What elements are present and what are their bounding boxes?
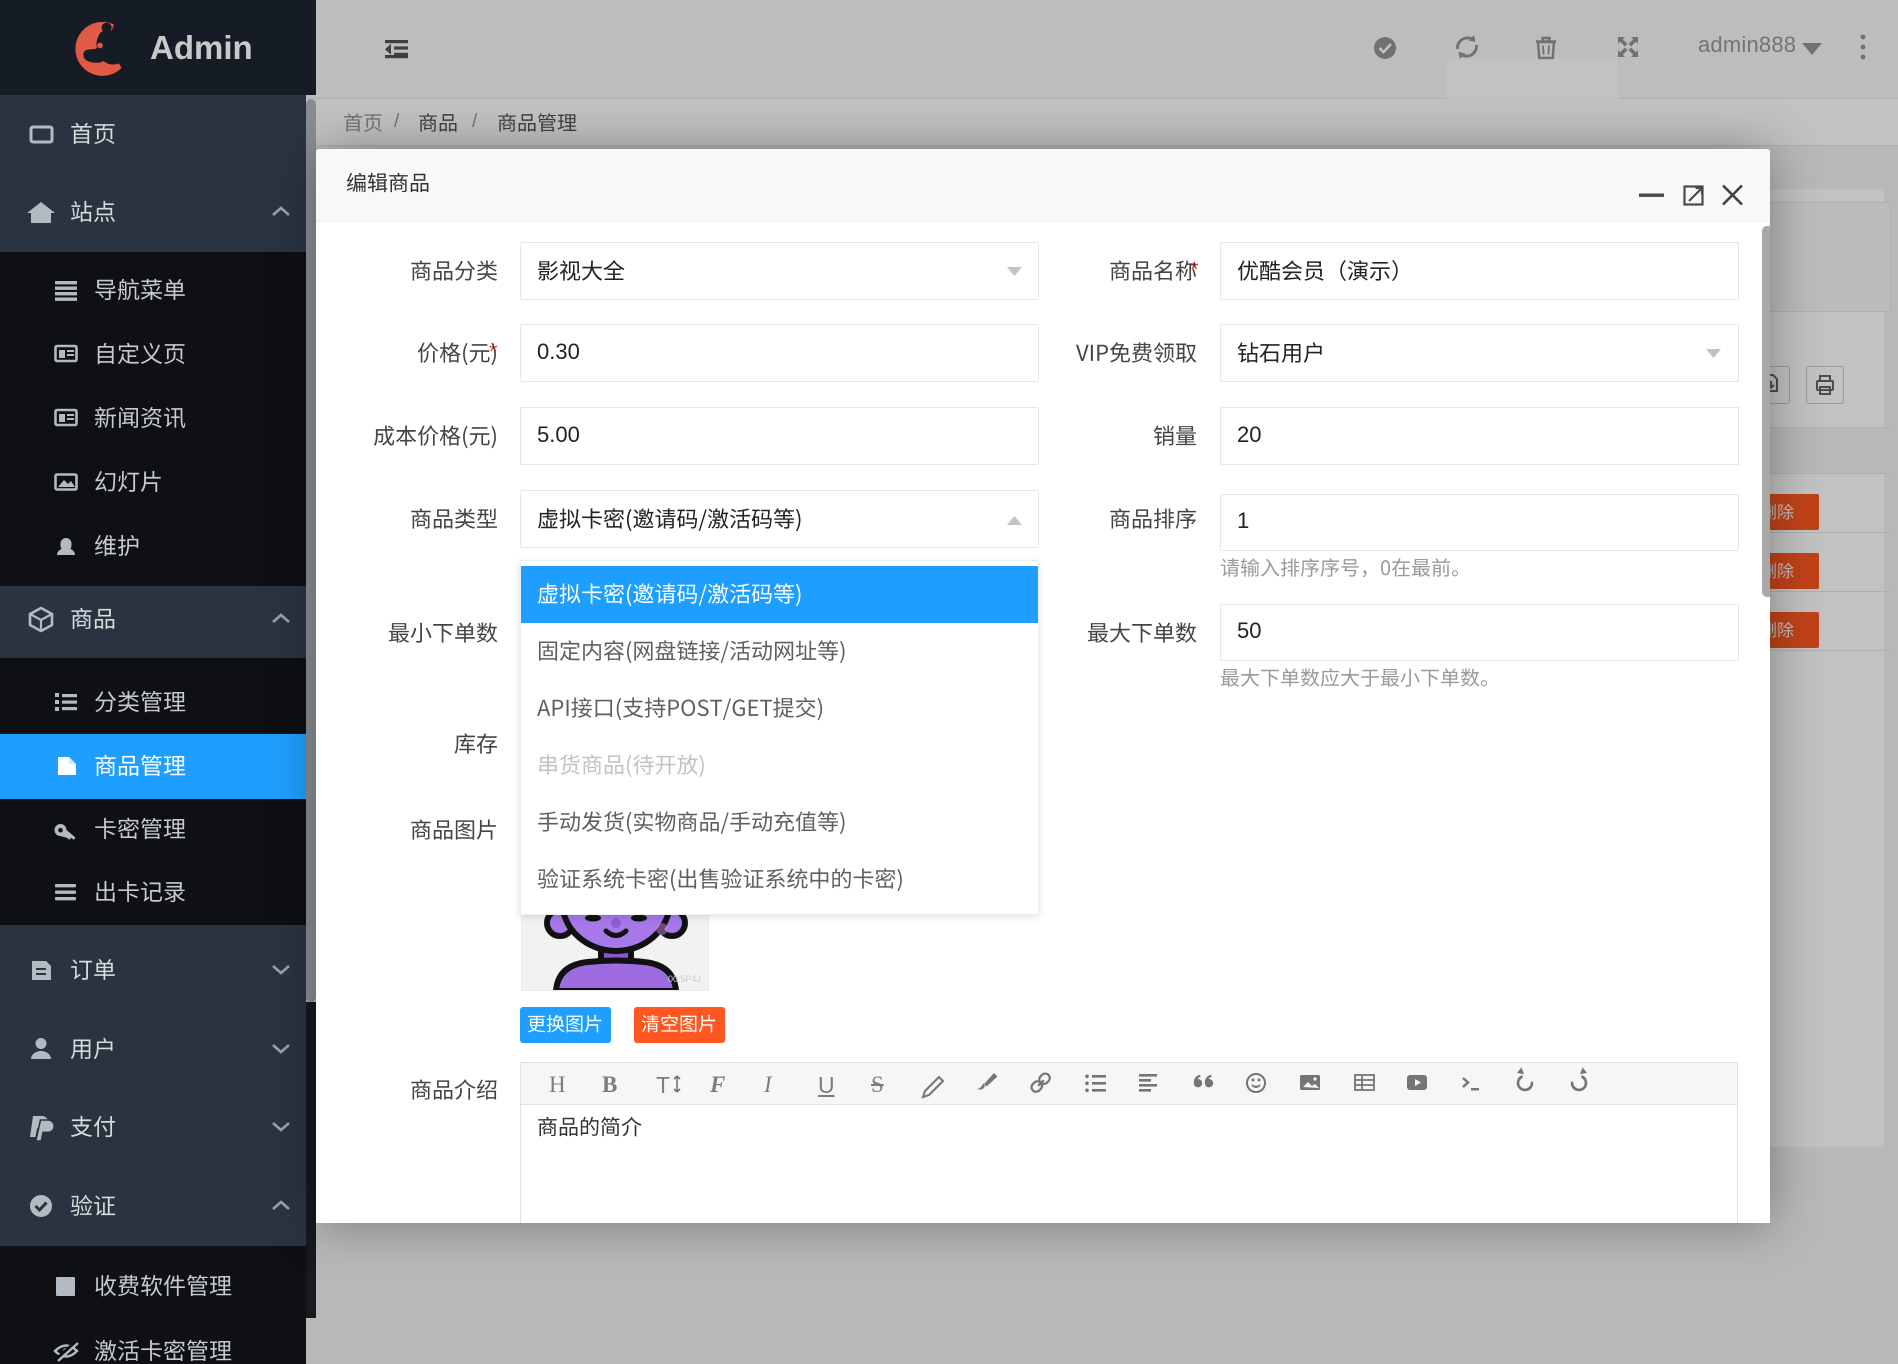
svg-text:00:5P4J: 00:5P4J xyxy=(668,974,701,984)
